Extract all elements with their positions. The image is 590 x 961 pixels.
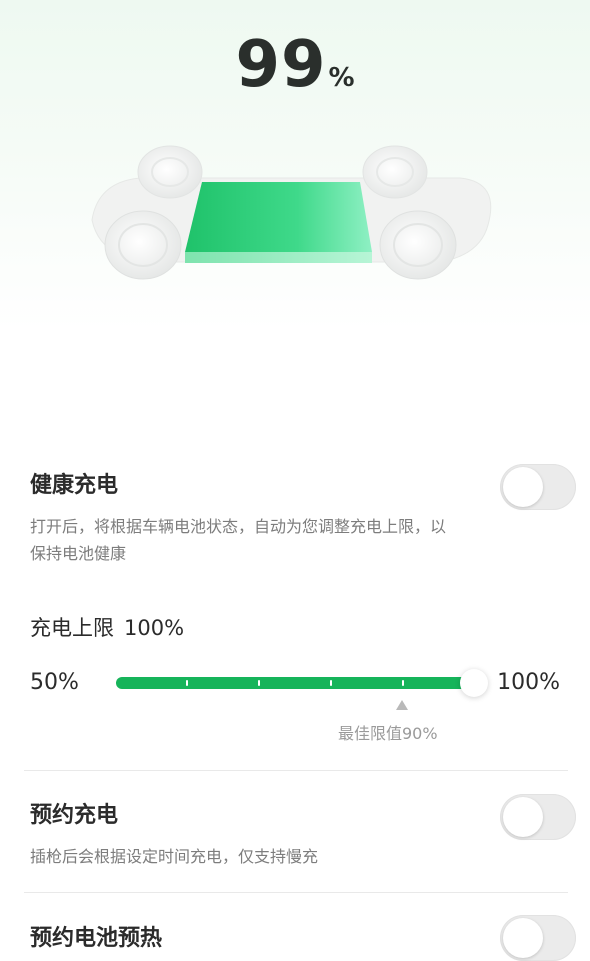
battery-preheat-title: 预约电池预热 bbox=[30, 926, 163, 951]
charge-limit-value: 100% bbox=[124, 616, 185, 640]
healthy-charging-title: 健康充电 bbox=[30, 473, 119, 498]
car-battery-illustration bbox=[91, 145, 492, 280]
battery-pack-top bbox=[185, 182, 372, 252]
best-limit-marker-icon bbox=[396, 700, 408, 710]
healthy-charging-toggle[interactable] bbox=[500, 464, 576, 510]
battery-pack-side bbox=[185, 252, 372, 263]
charge-limit-slider[interactable] bbox=[116, 677, 476, 689]
wheel-front-left bbox=[104, 210, 182, 280]
scheduled-charging-description: 插枪后会根据设定时间充电，仅支持慢充 bbox=[30, 847, 319, 866]
battery-preheat-toggle[interactable] bbox=[500, 915, 576, 961]
battery-preheat-section: 预约电池预热 bbox=[30, 920, 576, 952]
scheduled-charging-title: 预约充电 bbox=[30, 803, 119, 828]
slider-tick bbox=[330, 680, 332, 686]
divider bbox=[24, 892, 568, 893]
slider-tick bbox=[402, 680, 404, 686]
scheduled-charging-toggle[interactable] bbox=[500, 794, 576, 840]
slider-thumb[interactable] bbox=[460, 669, 488, 697]
best-limit-note: 最佳限值90% bbox=[338, 724, 438, 743]
slider-tick bbox=[186, 680, 188, 686]
wheel-rear-right bbox=[362, 145, 428, 199]
charge-limit-label: 充电上限 100% bbox=[30, 612, 194, 642]
healthy-charging-section: 健康充电 打开后，将根据车辆电池状态，自动为您调整充电上限，以保持电池健康 bbox=[30, 467, 576, 567]
charge-limit-title: 充电上限 bbox=[30, 616, 114, 640]
wheel-front-right bbox=[379, 210, 457, 280]
healthy-charging-description: 打开后，将根据车辆电池状态，自动为您调整充电上限，以保持电池健康 bbox=[30, 517, 447, 563]
toggle-knob bbox=[503, 467, 543, 507]
wheel-rear-left bbox=[137, 145, 203, 199]
slider-tick bbox=[258, 680, 260, 686]
slider-min-label: 50% bbox=[30, 670, 79, 695]
slider-max-label: 100% bbox=[497, 670, 560, 695]
scheduled-charging-section: 预约充电 插枪后会根据设定时间充电，仅支持慢充 bbox=[30, 797, 576, 870]
toggle-knob bbox=[503, 797, 543, 837]
divider bbox=[24, 770, 568, 771]
toggle-knob bbox=[503, 918, 543, 958]
